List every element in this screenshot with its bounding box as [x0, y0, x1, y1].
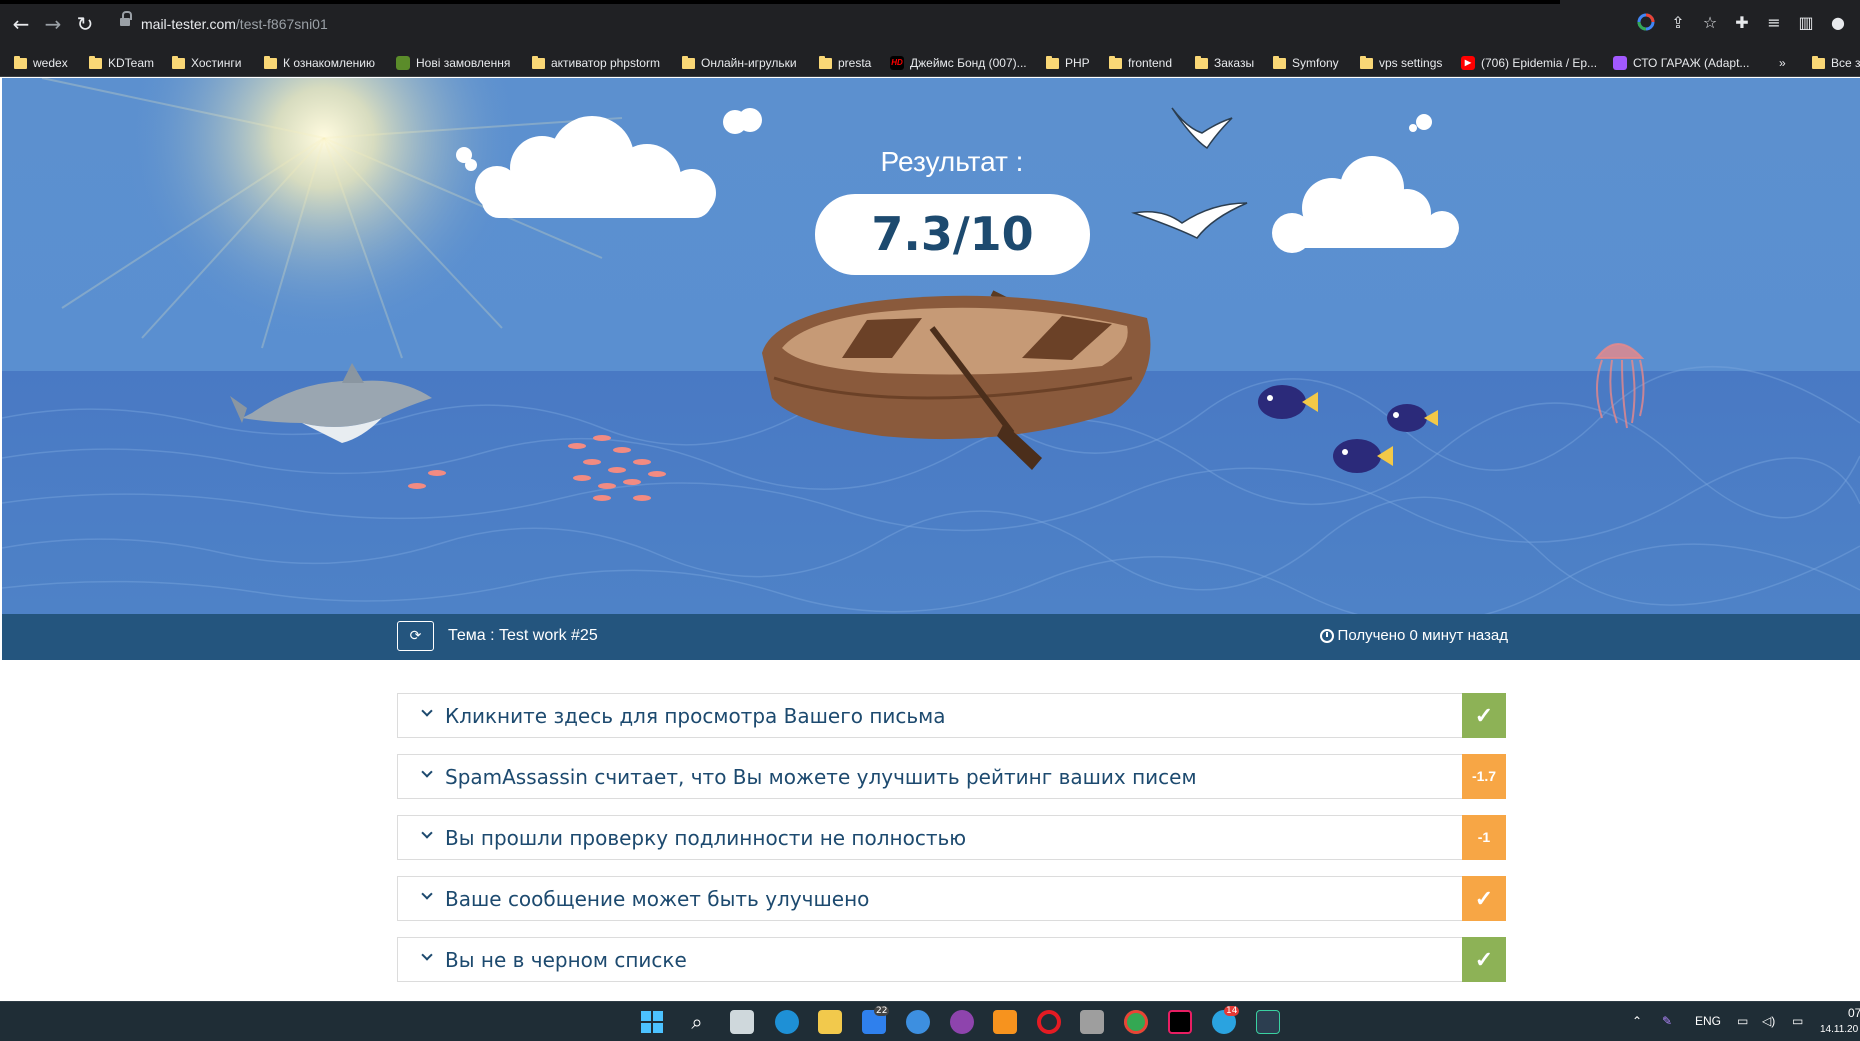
mail-icon[interactable]: 22: [862, 1006, 890, 1034]
browser-toolbar: ← → ↻ mail-tester.com/test-f867sni01 ⇪ ☆…: [0, 0, 1860, 47]
back-icon[interactable]: ←: [8, 11, 34, 37]
status-badge: -1: [1462, 815, 1506, 860]
result-label: Результат :: [880, 146, 1024, 177]
forward-icon[interactable]: →: [40, 11, 66, 37]
bookmark-to-review[interactable]: К ознакомлению: [264, 54, 375, 72]
chevron-down-icon: [420, 949, 434, 963]
bookmark-orders[interactable]: Заказы: [1195, 54, 1254, 72]
status-badge: -1.7: [1462, 754, 1506, 799]
task-view-icon[interactable]: [730, 1010, 754, 1034]
url-text[interactable]: mail-tester.com/test-f867sni01: [141, 16, 328, 32]
bookmark-symfony[interactable]: Symfony: [1273, 54, 1339, 72]
opera-icon[interactable]: [1037, 1010, 1061, 1034]
result-row-view-email[interactable]: Кликните здесь для просмотра Вашего пись…: [397, 693, 1506, 738]
bookmark-all[interactable]: Все з: [1812, 54, 1860, 72]
bookmarks-overflow-button[interactable]: »: [1779, 54, 1786, 72]
status-badge: ✓: [1462, 937, 1506, 982]
score-badge: 7.3/10: [815, 194, 1090, 275]
youtube-icon: ▶: [1461, 56, 1475, 70]
folder-icon: [89, 55, 102, 69]
bookmark-hosting[interactable]: Хостинги: [172, 54, 241, 72]
bookmark-presta[interactable]: presta: [819, 54, 871, 72]
folder-icon: [682, 55, 695, 69]
firefox-icon[interactable]: [906, 1010, 930, 1034]
bookmark-php[interactable]: PHP: [1046, 54, 1090, 72]
folder-icon: [819, 55, 832, 69]
reload-icon[interactable]: ↻: [72, 11, 98, 37]
folder-icon: [1273, 55, 1286, 69]
extensions-icon[interactable]: ✚: [1732, 13, 1752, 33]
result-row-spamassassin[interactable]: SpamAssassin считает, что Вы можете улуч…: [397, 754, 1506, 799]
folder-icon: [1046, 55, 1059, 69]
clock-time[interactable]: 07: [1848, 1006, 1860, 1020]
telegram-icon[interactable]: 14: [1212, 1006, 1240, 1034]
address-bar[interactable]: [108, 9, 1718, 39]
bookmark-new-orders[interactable]: Нові замовлення: [396, 54, 510, 72]
result-row-message-improvement[interactable]: Ваше сообщение может быть улучшено ✓: [397, 876, 1506, 921]
battery-icon[interactable]: ▭: [1792, 1014, 1803, 1028]
bookmark-figma[interactable]: СТО ГАРАЖ (Adapt...: [1613, 54, 1749, 72]
folder-icon: [1195, 55, 1208, 69]
volume-icon[interactable]: ◁): [1762, 1014, 1775, 1028]
terminal-icon[interactable]: [1256, 1010, 1280, 1034]
chevron-down-icon: [420, 705, 434, 719]
bookmarks-bar: wedex KDTeam Хостинги К ознакомлению Нов…: [0, 47, 1860, 77]
store-icon[interactable]: [1080, 1010, 1104, 1034]
chevron-down-icon: [420, 888, 434, 902]
bookmark-bond[interactable]: HD Джеймс Бонд (007)...: [890, 54, 1027, 72]
sublime-text-icon[interactable]: [993, 1010, 1017, 1034]
bookmark-youtube[interactable]: ▶ (706) Epidemia / Ep...: [1461, 54, 1597, 72]
result-row-authentication[interactable]: Вы прошли проверку подлинности не полнос…: [397, 815, 1506, 860]
email-subject: Тема : Test work #25: [448, 627, 598, 644]
figma-icon: [1613, 56, 1627, 70]
status-badge: ✓: [1462, 693, 1506, 738]
subject-bar: ⟳ Тема : Test work #25 Получено 0 минут …: [2, 614, 1860, 660]
bookmark-kdteam[interactable]: KDTeam: [89, 54, 154, 72]
shop-icon: [396, 56, 410, 70]
folder-icon: [264, 55, 277, 69]
clock-icon: [1319, 628, 1334, 643]
bookmark-frontend[interactable]: frontend: [1109, 54, 1172, 72]
pen-icon[interactable]: ✎: [1662, 1014, 1672, 1028]
edge-icon[interactable]: [775, 1010, 799, 1034]
phpstorm-icon[interactable]: [1168, 1010, 1192, 1034]
reading-list-icon[interactable]: ≡: [1764, 13, 1784, 33]
search-icon[interactable]: ⌕: [685, 1010, 709, 1034]
windows-start-icon[interactable]: [640, 1010, 664, 1034]
chrome-icon[interactable]: [1124, 1010, 1148, 1034]
google-lens-icon[interactable]: [1636, 13, 1656, 33]
os-taskbar: ⌕ 22 14 ⌃ ✎ ENG ▭ ◁) ▭ 07 14.11.20: [0, 1001, 1860, 1041]
clock-date[interactable]: 14.11.20: [1820, 1024, 1858, 1035]
folder-icon: [1360, 55, 1373, 69]
hero-banner: Результат : 7.3/10: [2, 78, 1860, 614]
folder-icon: [172, 55, 185, 69]
share-icon[interactable]: ⇪: [1668, 13, 1688, 33]
bookmark-wedex[interactable]: wedex: [14, 54, 68, 72]
bookmark-star-icon[interactable]: ☆: [1700, 13, 1720, 33]
language-indicator[interactable]: ENG: [1695, 1014, 1721, 1028]
lock-icon[interactable]: [120, 11, 132, 27]
bookmark-online-games[interactable]: Онлайн-игрульки: [682, 54, 797, 72]
bookmark-vps[interactable]: vps settings: [1360, 54, 1442, 72]
tray-overflow-icon[interactable]: ⌃: [1632, 1014, 1642, 1028]
network-icon[interactable]: ▭: [1737, 1014, 1748, 1028]
received-time: Получено 0 минут назад: [1319, 627, 1508, 644]
bookmark-phpstorm[interactable]: активатор phpstorm: [532, 54, 660, 72]
folder-icon: [1812, 55, 1825, 69]
chevron-down-icon: [420, 827, 434, 841]
side-panel-icon[interactable]: ▥: [1796, 13, 1816, 33]
refresh-button[interactable]: ⟳: [397, 621, 434, 651]
folder-icon: [1109, 55, 1122, 69]
chevron-down-icon: [420, 766, 434, 780]
file-explorer-icon[interactable]: [818, 1010, 842, 1034]
status-badge: ✓: [1462, 876, 1506, 921]
profile-icon[interactable]: ●: [1828, 13, 1848, 33]
result-row-blacklist[interactable]: Вы не в черном списке ✓: [397, 937, 1506, 982]
game-app-icon[interactable]: [950, 1010, 974, 1034]
folder-icon: [532, 55, 545, 69]
hd-icon: HD: [890, 56, 904, 70]
tab-strip: [0, 0, 1560, 4]
folder-icon: [14, 55, 27, 69]
